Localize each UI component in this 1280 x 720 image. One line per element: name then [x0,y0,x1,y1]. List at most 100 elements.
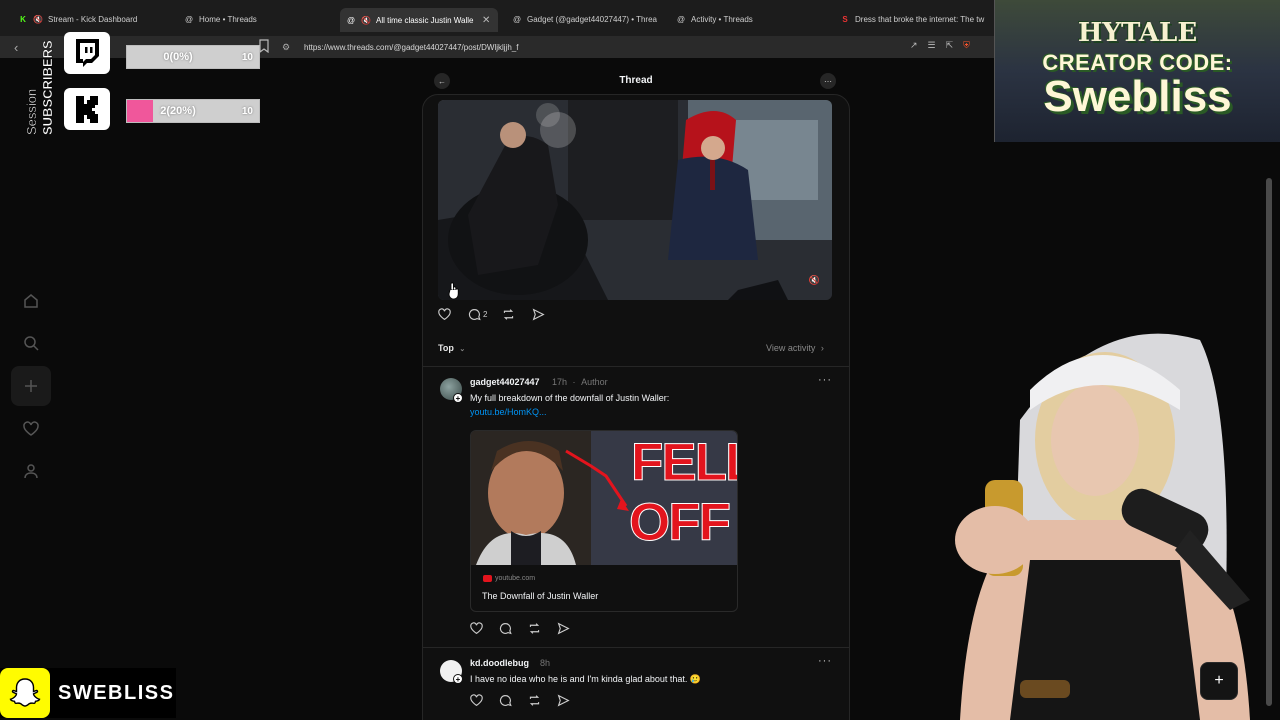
mute-video-icon[interactable]: 🔇 [809,275,820,286]
mute-icon: 🔇 [361,15,371,25]
open-external-icon[interactable]: ↗ [910,40,918,51]
twitch-goal-value: 0(0%) [163,51,193,63]
kick-icon: K [20,14,26,24]
share-icon[interactable]: ⇱ [946,40,954,51]
back-arrow-icon[interactable]: ‹ [14,40,18,55]
tab-kick-dashboard[interactable]: K 🔇 Stream - Kick Dashboard [18,8,168,30]
url-text: https://www.threads.com/@gadget44027447/… [304,42,519,52]
close-tab-icon[interactable]: ✕ [482,15,490,26]
view-activity-link[interactable]: View activity › [766,343,824,353]
thumbnail-headline: FELL OFF [628,433,737,553]
share-icon[interactable] [557,694,570,707]
sort-dropdown[interactable]: Top ⌄ [438,343,465,353]
threads-icon: @ [184,14,194,24]
reader-mode-icon[interactable]: ☰ [928,40,936,51]
tab-active-thread[interactable]: @ 🔇 All time classic Justin Waller ✕ [340,8,498,32]
view-activity-label: View activity [766,343,816,353]
address-bar-actions: ↗ ☰ ⇱ ⛨ [910,40,970,51]
site-settings-icon[interactable]: ⚙ [280,42,292,53]
new-post-fab[interactable]: + [1200,662,1238,700]
like-icon[interactable] [470,694,499,707]
promo-code-value: Swebliss [1043,72,1232,121]
reply-username[interactable]: kd.doodlebug [470,658,529,668]
kick-goal-bar: 2(20%) 10 [126,99,260,123]
follow-plus-icon[interactable]: + [453,393,463,403]
divider [423,647,849,648]
snapchat-username: SWEBLISS [58,681,175,704]
post-video[interactable]: 🔇 [438,100,832,300]
tab-title: Gadget (@gadget44027447) • Threa [527,14,657,24]
sort-label: Top [438,343,454,353]
repost-icon[interactable] [502,308,532,321]
heart-icon[interactable] [22,420,40,438]
tab-dress-article[interactable]: S Dress that broke the internet: The tw [840,8,990,30]
kick-goal-target: 10 [241,105,253,117]
threads-icon: @ [346,15,356,25]
like-icon[interactable] [438,308,468,321]
kick-goal-value: 2(20%) [160,105,196,117]
comment-icon[interactable] [499,694,528,707]
snapchat-ghost-icon [0,668,50,718]
browser-tab-strip: K 🔇 Stream - Kick Dashboard @ Home • Thr… [0,0,995,38]
reply-more-icon[interactable]: ··· [818,655,832,667]
thread-header: ← Thread ⋯ [422,68,850,94]
url-field[interactable]: ⚙ https://www.threads.com/@gadget4402744… [280,38,980,56]
reply-text: My full breakdown of the downfall of Jus… [470,393,670,403]
twitch-logo-icon [64,32,110,74]
webcam-feed [955,333,1250,720]
snapchat-badge: SWEBLISS [0,668,176,718]
repost-icon[interactable] [528,622,557,635]
brave-shield-icon[interactable]: ⛨ [963,40,970,51]
twitch-sub-goal: 0(0%) 10 [64,32,260,74]
thumbnail-text-1: FELL [630,433,737,493]
link-preview-card[interactable]: FELL OFF youtube.com The Downfall of Jus… [470,430,738,612]
tab-threads-home[interactable]: @ Home • Threads [184,8,334,30]
tab-activity[interactable]: @ Activity • Threads [676,8,826,30]
reply-actions [470,622,570,635]
reply-link[interactable]: youtu.be/HomKQ... [470,407,547,417]
link-source-domain: youtube.com [495,575,536,582]
reply-button[interactable]: 2 [468,308,502,321]
kick-logo-icon [64,88,110,130]
create-post-button[interactable] [11,366,51,406]
screen: K 🔇 Stream - Kick Dashboard @ Home • Thr… [0,0,1280,720]
tab-gadget-profile[interactable]: @ Gadget (@gadget44027447) • Threa [512,8,662,30]
author-badge: Author [581,377,608,387]
link-thumbnail: FELL OFF [471,431,737,565]
share-icon[interactable] [532,308,545,321]
s-icon: S [842,14,848,24]
creator-code-banner: HYTALE CREATOR CODE: Swebliss [994,0,1280,142]
threads-icon: @ [512,14,522,24]
more-options-button[interactable]: ⋯ [820,73,836,89]
reply-more-icon[interactable]: ··· [818,374,832,386]
promo-game-title: HYTALE [1077,18,1198,48]
bookmark-icon[interactable] [259,39,269,53]
like-icon[interactable] [470,622,499,635]
share-icon[interactable] [557,622,570,635]
session-label: Session [24,89,39,135]
subscriber-goal-vertical-label: Session SUBSCRIBERS [24,40,55,135]
profile-icon[interactable] [22,462,40,480]
home-icon[interactable] [22,292,40,310]
reply-time: 8h [540,658,551,668]
reply-text: I have no idea who he is and I'm kinda g… [470,674,702,684]
reply-username[interactable]: gadget44027447 [470,377,540,387]
plus-icon: + [1214,672,1224,689]
mouse-cursor-icon [448,282,459,300]
reply-time: 17h [552,377,568,387]
follow-plus-icon[interactable]: + [453,674,463,684]
chevron-right-icon: › [820,343,824,353]
link-title: The Downfall of Justin Waller [482,591,599,601]
kick-sub-goal: 2(20%) 10 [64,88,260,130]
subscribers-label: SUBSCRIBERS [40,40,55,135]
tab-title: Activity • Threads [691,14,753,24]
reply-actions [470,694,570,707]
comment-icon [468,309,481,321]
search-icon[interactable] [22,334,40,352]
tab-title: Home • Threads [199,14,257,24]
repost-icon[interactable] [528,694,557,707]
youtube-icon [483,575,492,582]
tab-title: All time classic Justin Waller [376,15,474,25]
comment-icon[interactable] [499,622,528,635]
mute-icon: 🔇 [33,14,43,24]
